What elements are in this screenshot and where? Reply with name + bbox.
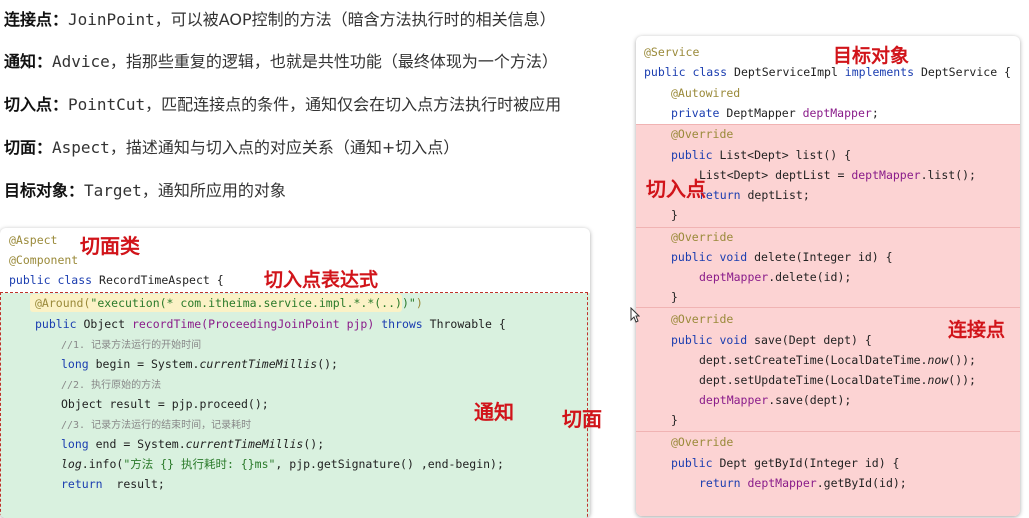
code-line: //2. 执行原始的方法 — [61, 380, 162, 391]
code-line: } — [671, 413, 678, 427]
annotation-pointcut-expression: 切入点表达式 — [264, 269, 379, 291]
code-line: private DeptMapper deptMapper; — [671, 106, 879, 120]
definition-pointcut: 切入点：PointCut，匹配连接点的条件，通知仅会在切入点方法执行时被应用 — [4, 95, 562, 114]
definition-joinpoint: 连接点：JoinPoint，可以被AOP控制的方法（暗含方法执行时的相关信息） — [4, 10, 556, 29]
code-line: @Service — [644, 45, 700, 59]
code-line: return deptMapper.getById(id); — [699, 476, 907, 490]
definition-advice: 通知：Advice，指那些重复的逻辑，也就是共性功能（最终体现为一个方法） — [4, 52, 558, 71]
code-line: long begin = System.currentTimeMillis(); — [61, 357, 338, 371]
annotation-aspect-class: 切面类 — [80, 234, 140, 258]
annotation-aspect: 切面 — [562, 407, 602, 431]
code-line: log.info("方法 {} 执行耗时: {}ms", pjp.getSign… — [61, 457, 504, 471]
code-line: public class DeptServiceImpl implements … — [644, 65, 1011, 79]
annotation-target-object: 目标对象 — [833, 45, 910, 67]
code-line: } — [671, 208, 678, 222]
code-line: return result; — [61, 477, 165, 491]
code-line: dept.setUpdateTime(LocalDateTime.now()); — [699, 373, 976, 387]
code-line: @Override — [671, 127, 734, 141]
definition-target: 目标对象：Target，通知所应用的对象 — [4, 181, 286, 200]
annotation-pointcut: 切入点 — [646, 177, 706, 201]
code-line: @Override — [671, 435, 734, 449]
code-line: @Override — [671, 230, 734, 244]
mouse-cursor-icon — [630, 307, 640, 323]
definition-aspect: 切面：Aspect，描述通知与切入点的对应关系（通知+切入点） — [4, 138, 460, 157]
code-line: deptMapper.delete(id); — [699, 270, 852, 284]
annotation-advice: 通知 — [474, 400, 514, 424]
code-line: //1. 记录方法运行的开始时间 — [61, 340, 202, 351]
code-line: public void delete(Integer id) { — [671, 250, 893, 264]
code-line: } — [671, 290, 678, 304]
code-line: public Dept getById(Integer id) { — [671, 456, 900, 470]
code-line: dept.setCreateTime(LocalDateTime.now()); — [699, 353, 976, 367]
code-line: public Object recordTime(ProceedingJoinP… — [35, 317, 506, 331]
code-line: public List<Dept> list() { — [671, 148, 852, 162]
code-line: @Around("execution(* com.itheima.service… — [35, 296, 423, 310]
code-line: long end = System.currentTimeMillis(); — [61, 437, 325, 451]
code-line: @Autowired — [671, 86, 741, 100]
annotation-joinpoint: 连接点 — [948, 319, 1006, 341]
target-code-card: @Service public class DeptServiceImpl im… — [636, 36, 1020, 516]
code-line: deptMapper.save(dept); — [699, 393, 852, 407]
